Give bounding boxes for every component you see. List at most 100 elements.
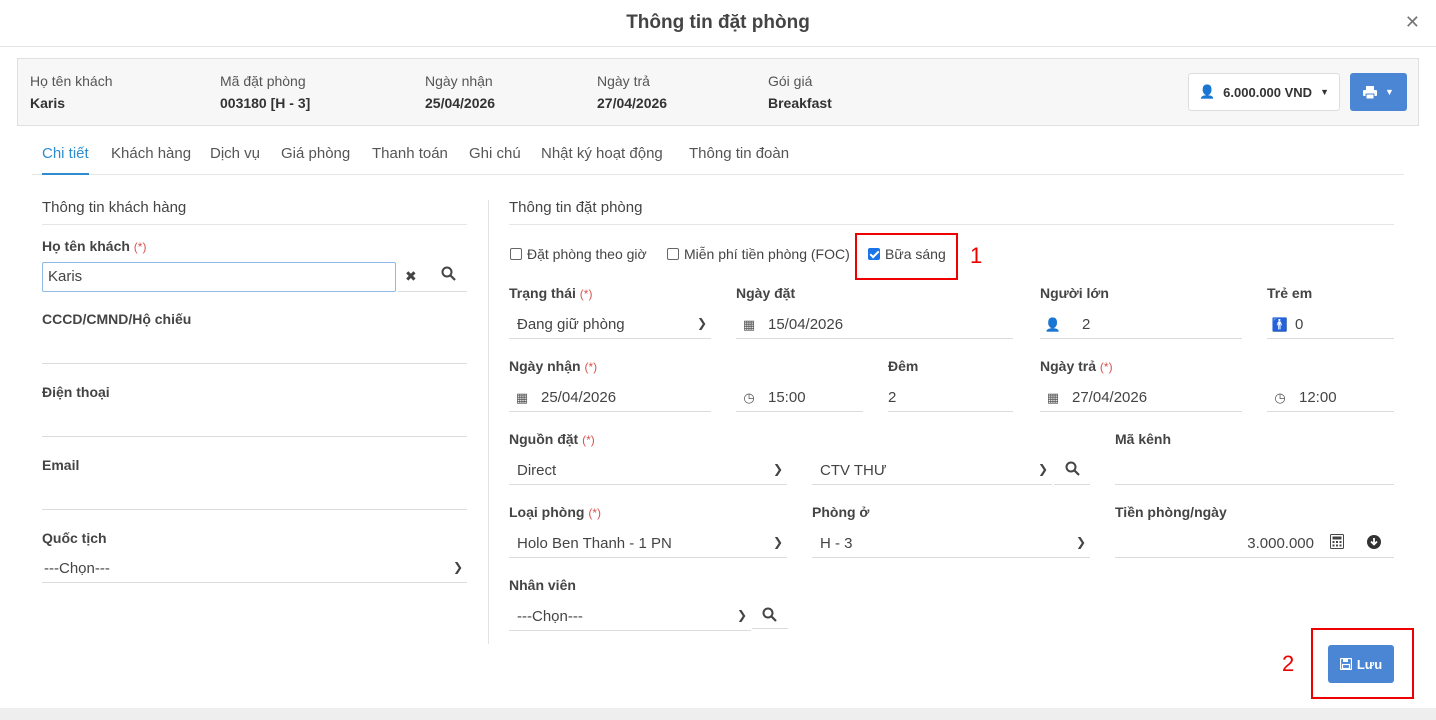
guest-name-input[interactable]: Karis [42, 262, 396, 292]
hourly-checkbox[interactable] [510, 248, 522, 260]
foc-checkbox-row[interactable]: Miễn phí tiền phòng (FOC) [667, 246, 850, 262]
summary-booking-value: 003180 [H - 3] [220, 95, 311, 111]
status-label-text: Trạng thái [509, 285, 576, 301]
rate-per-night-label: Tiền phòng/ngày [1115, 504, 1227, 520]
id-number-label: CCCD/CMND/Hộ chiếu [42, 311, 192, 327]
source-select[interactable]: Direct ❯ [509, 457, 787, 485]
save-button[interactable]: Lưu [1328, 645, 1394, 683]
tab-activity-log[interactable]: Nhật ký hoạt động [541, 145, 663, 175]
source-label-text: Nguồn đặt [509, 431, 579, 447]
nationality-value: ---Chọn--- [44, 560, 110, 577]
search-icon[interactable] [762, 607, 777, 625]
email-input[interactable] [42, 482, 467, 510]
checkout-time-input[interactable]: ◷ 12:00 [1267, 384, 1394, 412]
tab-notes[interactable]: Ghi chú [469, 145, 521, 175]
id-number-input[interactable] [42, 336, 467, 364]
agent-value: CTV THƯ [820, 462, 887, 479]
tab-bar: Chi tiết Khách hàng Dịch vụ Giá phòng Th… [32, 135, 1404, 175]
calculator-icon[interactable] [1330, 534, 1344, 552]
rate-per-night-value: 3.000.000 [1247, 535, 1314, 552]
chevron-down-icon: ❯ [696, 316, 707, 330]
price-button-label: 6.000.000 VND [1223, 84, 1313, 100]
tab-details[interactable]: Chi tiết [42, 145, 89, 175]
chevron-down-icon: ❯ [1075, 535, 1086, 549]
checkin-time-input[interactable]: ◷ 15:00 [736, 384, 863, 412]
staff-select[interactable]: ---Chọn--- ❯ [509, 603, 751, 631]
modal-title: Thông tin đặt phòng [0, 0, 1436, 47]
hourly-checkbox-row[interactable]: Đặt phòng theo giờ [510, 246, 647, 262]
calendar-icon: ▦ [1046, 389, 1060, 405]
child-icon: 🚹 [1271, 316, 1289, 332]
summary-rate: Gói giá Breakfast [768, 73, 832, 111]
staff-label: Nhân viên [509, 577, 576, 593]
agent-select[interactable]: CTV THƯ ❯ [812, 457, 1052, 485]
tab-room-rate[interactable]: Giá phòng [281, 145, 350, 175]
summary-guest-value: Karis [30, 95, 66, 111]
download-circle-icon[interactable] [1367, 535, 1381, 552]
summary-booking-label: Mã đặt phòng [220, 73, 306, 89]
search-icon[interactable] [1065, 461, 1080, 479]
room-type-select[interactable]: Holo Ben Thanh - 1 PN ❯ [509, 530, 787, 558]
summary-guest: Họ tên khách Karis [30, 73, 113, 111]
booked-date-input[interactable]: ▦ 15/04/2026 [736, 311, 1013, 339]
children-label: Trẻ em [1267, 285, 1313, 301]
hourly-label: Đặt phòng theo giờ [527, 246, 647, 262]
rate-per-night-input[interactable]: 3.000.000 [1115, 530, 1394, 558]
printer-icon [1363, 85, 1378, 99]
room-label: Phòng ở [812, 504, 870, 520]
checkout-time-value: 12:00 [1299, 389, 1337, 406]
summary-checkin-value: 25/04/2026 [425, 95, 496, 111]
chevron-down-icon: ❯ [772, 535, 783, 549]
nights-input[interactable]: 2 [888, 384, 1013, 412]
booking-section-title: Thông tin đặt phòng [509, 199, 1394, 225]
search-underline [752, 628, 788, 629]
guest-name-label-text: Họ tên khách [42, 238, 130, 254]
checkin-date-input[interactable]: ▦ 25/04/2026 [509, 384, 711, 412]
room-type-label: Loại phòng (*) [509, 504, 601, 520]
summary-booking: Mã đặt phòng 003180 [H - 3] [220, 73, 310, 111]
clear-icon[interactable]: ✖ [405, 268, 417, 285]
annotation-number-1: 1 [970, 243, 983, 268]
summary-checkin-label: Ngày nhận [425, 73, 493, 89]
checkout-date-input[interactable]: ▦ 27/04/2026 [1040, 384, 1242, 412]
tab-group-info[interactable]: Thông tin đoàn [689, 145, 789, 175]
nationality-select[interactable]: ---Chọn--- ❯ [42, 555, 467, 583]
guest-name-label: Họ tên khách (*) [42, 238, 146, 254]
user-icon: 👤 [1198, 84, 1216, 99]
room-value: H - 3 [820, 535, 853, 552]
print-button[interactable]: ▼ [1350, 73, 1407, 111]
phone-label: Điện thoại [42, 384, 110, 400]
price-dropdown-button[interactable]: 👤 6.000.000 VND ▼ [1188, 73, 1340, 111]
annotation-number-2: 2 [1282, 651, 1295, 676]
phone-input[interactable] [42, 409, 467, 437]
channel-code-input[interactable] [1115, 457, 1394, 485]
channel-code-label: Mã kênh [1115, 431, 1172, 447]
summary-checkin: Ngày nhận 25/04/2026 [425, 73, 495, 111]
required-mark: (*) [579, 287, 593, 301]
adults-input[interactable]: 👤 2 [1040, 311, 1242, 339]
floppy-disk-icon [1339, 658, 1352, 670]
close-icon[interactable]: ✕ [1405, 12, 1420, 33]
foc-checkbox[interactable] [667, 248, 679, 260]
tab-services[interactable]: Dịch vụ [210, 145, 260, 175]
calendar-icon: ▦ [742, 316, 756, 332]
room-select[interactable]: H - 3 ❯ [812, 530, 1090, 558]
room-type-label-text: Loại phòng [509, 504, 585, 520]
nationality-label: Quốc tịch [42, 530, 107, 546]
tab-customers[interactable]: Khách hàng [111, 145, 191, 175]
search-icon[interactable] [441, 266, 456, 284]
chevron-down-icon: ❯ [1037, 462, 1048, 476]
status-value: Đang giữ phòng [517, 316, 625, 333]
tab-payment[interactable]: Thanh toán [372, 145, 448, 175]
nights-value: 2 [888, 389, 897, 406]
status-select[interactable]: Đang giữ phòng ❯ [509, 311, 711, 339]
checkout-label-text: Ngày trả [1040, 358, 1097, 374]
children-input[interactable]: 🚹 0 [1267, 311, 1394, 339]
column-divider [488, 200, 489, 644]
search-underline [398, 291, 467, 292]
annotation-box-1 [855, 233, 958, 280]
summary-rate-value: Breakfast [768, 95, 832, 111]
caret-down-icon: ▼ [1385, 87, 1394, 97]
source-value: Direct [517, 462, 557, 479]
room-type-value: Holo Ben Thanh - 1 PN [517, 535, 672, 552]
